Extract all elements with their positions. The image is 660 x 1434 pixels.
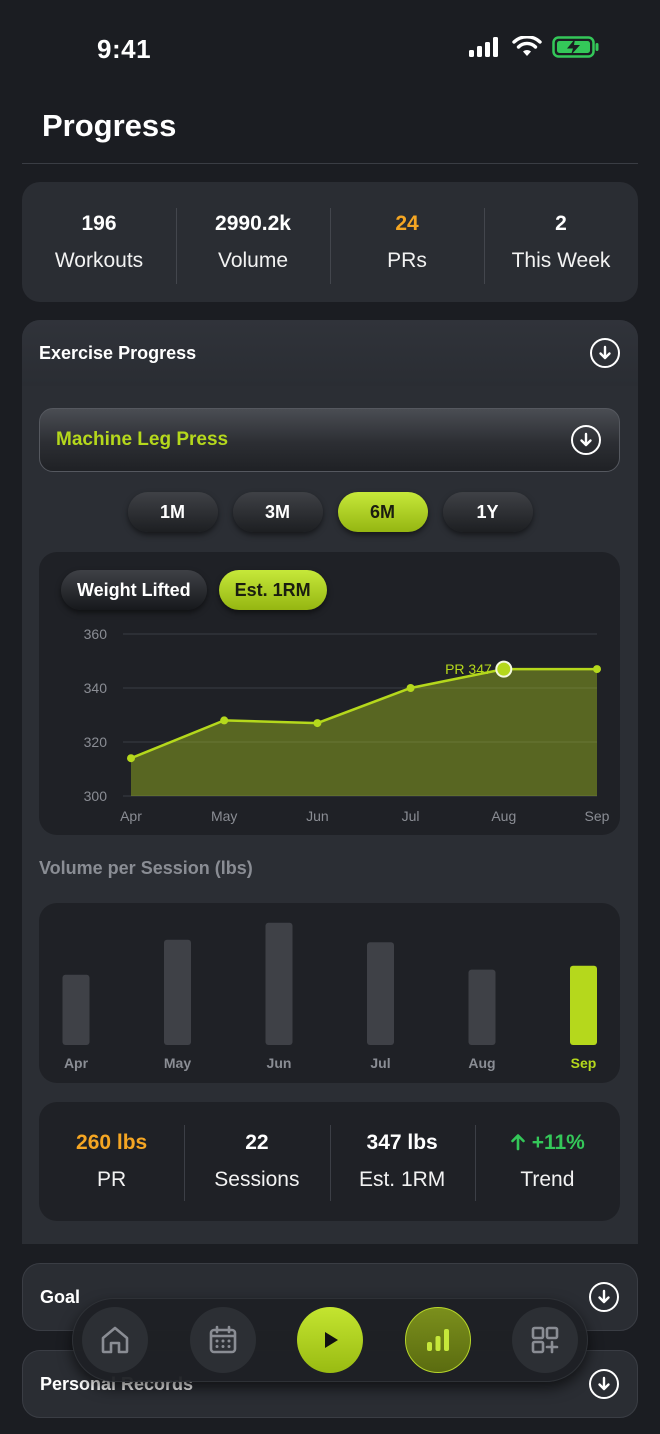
stat-value: 2 xyxy=(555,211,567,235)
summary-value: 347 lbs xyxy=(366,1131,438,1154)
page-title: Progress xyxy=(42,108,177,143)
summary-pr: 260 lbs PR xyxy=(39,1131,184,1192)
battery-charging-icon xyxy=(552,36,599,58)
y-tick-label: 300 xyxy=(84,788,108,804)
metric-toggle: Weight Lifted Est. 1RM xyxy=(61,570,327,610)
dropdown-arrow-icon xyxy=(571,425,601,455)
stats-overview-card: 196 Workouts 2990.2k Volume 24 PRs 2 Thi… xyxy=(22,182,638,302)
bar-label: Aug xyxy=(468,1055,495,1071)
pr-annotation: PR 347 xyxy=(445,661,492,677)
bottom-nav-bar xyxy=(72,1298,588,1382)
x-tick-label: Jul xyxy=(402,808,420,824)
stat-prs: 24 PRs xyxy=(330,207,484,284)
bar-label: Jun xyxy=(267,1055,292,1071)
volume-chart-card: Apr May Jun Jul Aug Sep xyxy=(39,903,620,1083)
volume-bar xyxy=(62,974,90,1045)
stat-label: Volume xyxy=(217,248,289,272)
stat-value: 196 xyxy=(81,211,117,235)
exercise-dropdown[interactable]: Machine Leg Press xyxy=(39,408,620,472)
status-bar: 9:41 xyxy=(0,0,660,96)
wifi-icon xyxy=(512,36,542,56)
volume-bar xyxy=(367,942,394,1045)
status-time: 9:41 xyxy=(97,34,152,64)
y-tick-label: 360 xyxy=(84,626,108,642)
x-tick-label: Sep xyxy=(585,808,610,824)
volume-bar-chart: Apr May Jun Jul Aug Sep xyxy=(62,922,597,1071)
y-tick-label: 340 xyxy=(84,680,108,696)
collapse-arrow-icon[interactable] xyxy=(590,338,620,368)
status-icons xyxy=(468,36,600,58)
data-point xyxy=(593,665,601,674)
nav-home-button[interactable] xyxy=(82,1307,148,1373)
stat-label: Workouts xyxy=(54,248,144,272)
data-point xyxy=(406,684,415,692)
nav-stats-button[interactable] xyxy=(404,1307,471,1373)
volume-bar xyxy=(468,969,496,1045)
pr-point xyxy=(495,660,513,678)
volume-bar xyxy=(265,922,293,1045)
nav-calendar-button[interactable] xyxy=(189,1307,256,1373)
data-point xyxy=(313,719,322,728)
volume-chart-title: Volume per Session (lbs) xyxy=(39,858,253,878)
est-1rm-button[interactable]: Est. 1RM xyxy=(218,570,327,610)
bar-label: Apr xyxy=(64,1055,89,1071)
section-title: Exercise Progress xyxy=(39,342,197,363)
x-tick-label: May xyxy=(211,808,237,824)
selected-exercise: Machine Leg Press xyxy=(56,429,229,450)
strength-chart-card: 300 320 340 360 PR 347 Apr May Jun Jul Aug Sep Wei… xyxy=(39,552,620,835)
arrow-up-icon xyxy=(511,1134,525,1151)
range-1m-button[interactable]: 1M xyxy=(127,492,218,532)
summary-trend-value: +11% xyxy=(475,1131,620,1155)
summary-label: Sessions xyxy=(214,1168,300,1191)
title-divider xyxy=(22,163,638,164)
range-6m-button[interactable]: 6M xyxy=(337,492,428,532)
range-1y-button[interactable]: 1Y xyxy=(442,492,533,532)
add-widget-icon xyxy=(531,1326,559,1354)
volume-bar xyxy=(164,939,191,1045)
bar-label: Sep xyxy=(571,1055,597,1071)
bar-label: May xyxy=(164,1055,191,1071)
range-3m-button[interactable]: 3M xyxy=(232,492,323,532)
exercise-progress-card: Exercise Progress Machine Leg Press 1M 3… xyxy=(22,320,638,1244)
summary-label: Trend xyxy=(520,1168,575,1191)
exercise-progress-header[interactable]: Exercise Progress xyxy=(22,320,638,386)
expand-arrow-icon[interactable] xyxy=(589,1369,619,1399)
bar-label: Jul xyxy=(370,1055,390,1071)
expand-arrow-icon[interactable] xyxy=(589,1282,619,1312)
stat-volume: 2990.2k Volume xyxy=(176,207,330,284)
summary-est-1rm: 347 lbs Est. 1RM xyxy=(329,1125,475,1201)
summary-label: PR xyxy=(97,1168,127,1191)
summary-sessions: 22 Sessions xyxy=(184,1125,329,1201)
summary-value: 260 lbs xyxy=(76,1131,148,1154)
x-tick-label: Aug xyxy=(491,808,516,824)
stat-this-week: 2 This Week xyxy=(484,207,638,284)
play-icon xyxy=(325,1332,338,1348)
weight-lifted-button[interactable]: Weight Lifted xyxy=(61,570,207,610)
y-tick-label: 320 xyxy=(84,734,108,750)
summary-value: 22 xyxy=(245,1131,269,1154)
data-point xyxy=(220,716,229,725)
calendar-icon xyxy=(209,1325,236,1354)
x-tick-label: Jun xyxy=(306,808,329,824)
x-tick-label: Apr xyxy=(120,808,142,824)
summary-trend: +11% Trend xyxy=(474,1125,620,1201)
stats-icon xyxy=(426,1329,449,1351)
stat-label: PRs xyxy=(387,248,427,272)
stat-workouts: 196 Workouts xyxy=(22,212,176,273)
stat-label: This Week xyxy=(511,248,611,272)
data-point xyxy=(127,754,135,763)
summary-value: +11% xyxy=(531,1131,585,1154)
section-title: Goal xyxy=(40,1286,81,1307)
stat-value: 24 xyxy=(395,211,419,235)
home-icon xyxy=(101,1326,129,1354)
time-range-selector: 1M 3M 6M 1Y xyxy=(22,492,638,532)
stat-value: 2990.2k xyxy=(215,211,291,235)
summary-label: Est. 1RM xyxy=(358,1168,446,1191)
cellular-signal-icon xyxy=(469,37,498,57)
exercise-summary-card: 260 lbs PR 22 Sessions 347 lbs Est. 1RM … xyxy=(39,1102,620,1221)
nav-add-widget-button[interactable] xyxy=(512,1307,578,1373)
volume-bar xyxy=(570,965,597,1045)
nav-play-button[interactable] xyxy=(297,1307,363,1373)
